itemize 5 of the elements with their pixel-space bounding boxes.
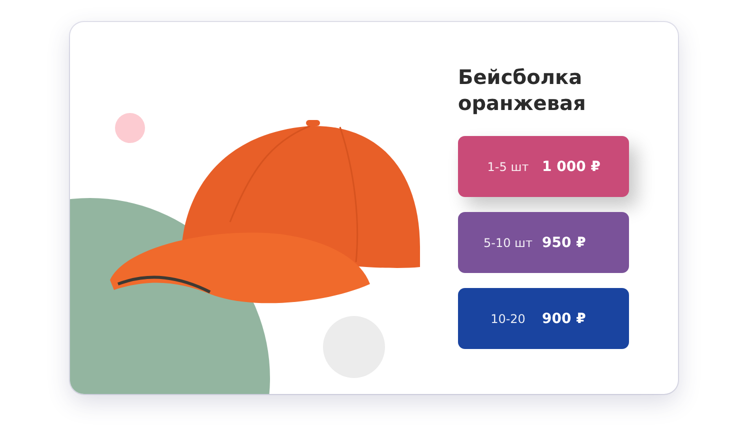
- decorative-circle: [115, 113, 145, 143]
- price-tier-button[interactable]: 1-5 шт 1 000 ₽: [458, 136, 629, 197]
- product-title: Бейсболка оранжевая: [458, 64, 587, 116]
- price-tier-button[interactable]: 10-20 900 ₽: [458, 288, 629, 349]
- price-tier-button[interactable]: 5-10 шт 950 ₽: [458, 212, 629, 273]
